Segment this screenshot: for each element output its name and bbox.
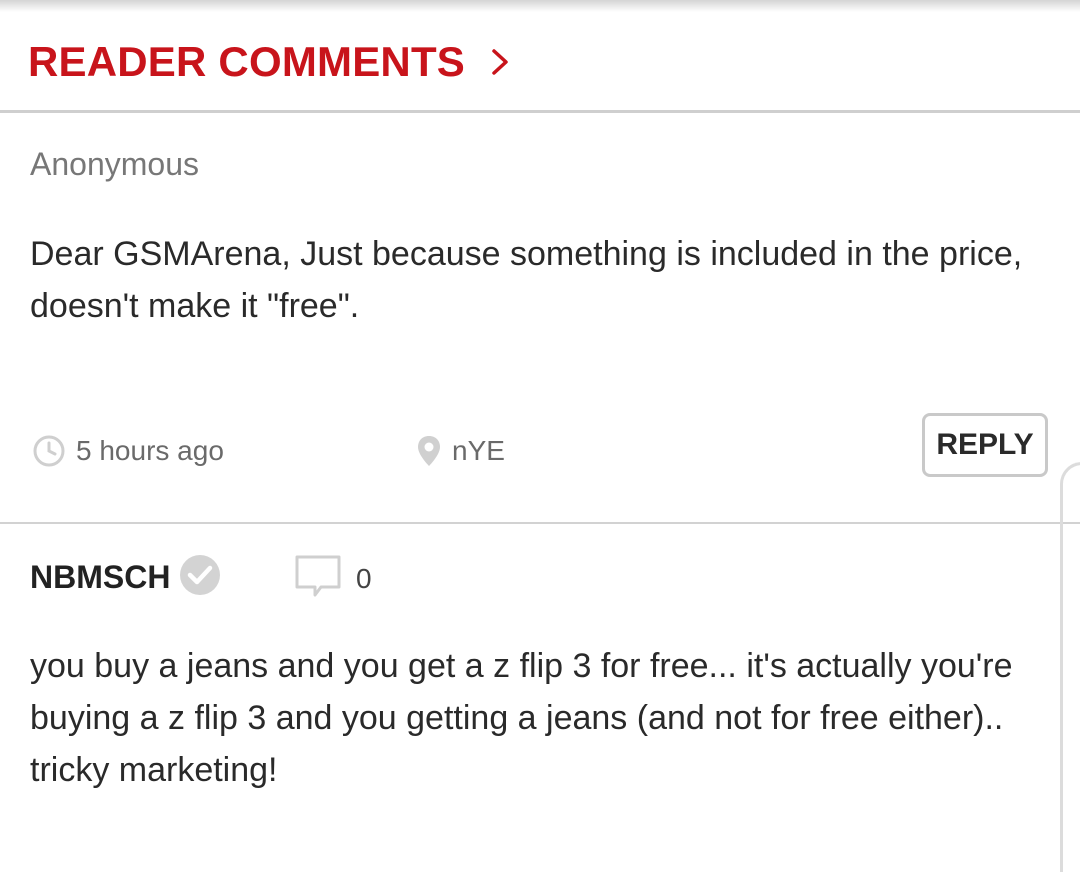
top-shadow — [0, 0, 1080, 12]
comment-rating[interactable]: 0 — [294, 554, 372, 603]
header-title[interactable]: READER COMMENTS — [28, 38, 465, 86]
comment-location-text: nYE — [452, 435, 505, 466]
location-pin-icon — [416, 434, 452, 468]
comment-time: 5 hours ago — [32, 434, 224, 468]
reply-button[interactable]: REPLY — [922, 413, 1048, 477]
comment-author[interactable]: NBMSCH — [30, 559, 170, 596]
comments-page: READER COMMENTS Anonymous Dear GSMArena,… — [0, 0, 1080, 872]
rating-count: 0 — [356, 562, 372, 594]
comment-author[interactable]: Anonymous — [30, 146, 199, 183]
chevron-right-icon[interactable] — [465, 47, 513, 77]
scroll-indicator — [1060, 462, 1080, 872]
reader-comments-header[interactable]: READER COMMENTS — [28, 38, 513, 86]
comment-text: you buy a jeans and you get a z flip 3 f… — [30, 647, 1013, 789]
comment-time-text: 5 hours ago — [76, 435, 224, 466]
comment-text: Dear GSMArena, Just because something is… — [30, 235, 1023, 325]
clock-icon — [32, 434, 76, 468]
header-divider — [0, 110, 1080, 113]
comment-location: nYE — [416, 434, 505, 468]
verified-check-icon — [178, 553, 222, 602]
comment-divider — [0, 522, 1080, 524]
comment-rating-icon[interactable] — [294, 554, 342, 603]
